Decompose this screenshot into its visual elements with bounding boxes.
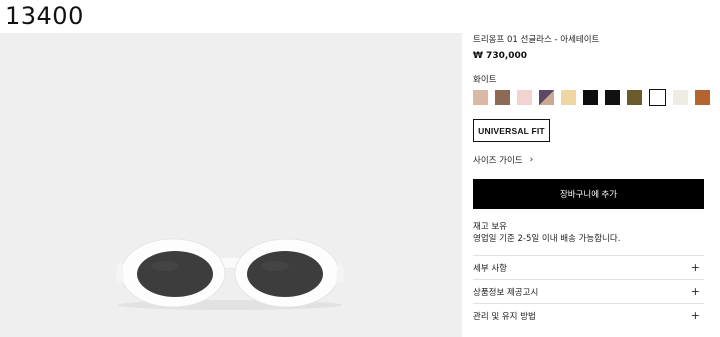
plus-icon: + [690, 309, 700, 322]
accordion-details-label: 세부 사항 [473, 263, 507, 274]
swatch-purple-split[interactable] [539, 90, 554, 105]
stock-info: 재고 보유 영업일 기준 2-5일 이내 배송 가능합니다. [473, 221, 620, 245]
accordion-product-notice[interactable]: 상품정보 제공고시 + [473, 279, 704, 303]
accordion-details[interactable]: 세부 사항 + [473, 255, 704, 279]
product-title: 트리옹프 01 선글라스 - 아세테이트 [473, 35, 600, 45]
swatch-blush[interactable] [517, 90, 532, 105]
universal-fit-button[interactable]: UNIVERSAL FIT [473, 119, 550, 142]
plus-icon: + [690, 285, 700, 298]
plus-icon: + [690, 261, 700, 274]
product-price: ₩ 730,000 [473, 51, 528, 61]
sunglasses-image [0, 33, 462, 337]
page-id-label: 13400 [5, 2, 84, 30]
product-image[interactable] [0, 33, 462, 337]
swatch-ivory[interactable] [673, 90, 688, 105]
product-accordion: 세부 사항 + 상품정보 제공고시 + 관리 및 유지 방법 + [473, 255, 704, 327]
accordion-care[interactable]: 관리 및 유지 방법 + [473, 303, 704, 327]
accordion-product-notice-label: 상품정보 제공고시 [473, 287, 539, 298]
swatch-olive[interactable] [627, 90, 642, 105]
chevron-right-icon: › [529, 155, 534, 165]
color-swatches [473, 89, 717, 106]
stock-status: 재고 보유 [473, 222, 507, 232]
delivery-estimate: 영업일 기준 2-5일 이내 배송 가능합니다. [473, 234, 621, 244]
selected-color-label: 화이트 [473, 75, 497, 85]
size-guide-link[interactable]: 사이즈 가이드 › [473, 154, 533, 166]
swatch-white[interactable] [649, 89, 666, 106]
swatch-black[interactable] [583, 90, 598, 105]
swatch-black-2[interactable] [605, 90, 620, 105]
accordion-care-label: 관리 및 유지 방법 [473, 311, 536, 322]
swatch-cognac[interactable] [695, 90, 710, 105]
swatch-beige[interactable] [561, 90, 576, 105]
swatch-nude[interactable] [473, 90, 488, 105]
size-guide-label: 사이즈 가이드 [473, 156, 523, 166]
swatch-taupe[interactable] [495, 90, 510, 105]
add-to-cart-button[interactable]: 장바구니에 추가 [473, 179, 704, 209]
